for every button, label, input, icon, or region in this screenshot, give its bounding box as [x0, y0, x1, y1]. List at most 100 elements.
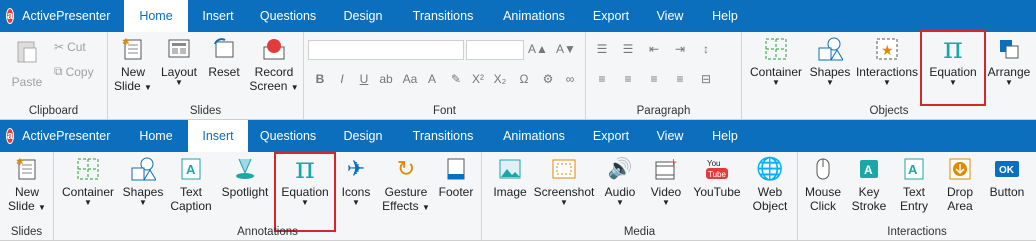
web-object-button[interactable]: 🌐 Web Object [748, 156, 792, 214]
new-slide-button[interactable]: ✱ New Slide ▼ [112, 36, 154, 93]
gesture-effects-button[interactable]: ↻ Gesture Effects ▼ [378, 156, 434, 214]
clear-format-icon[interactable]: ✎ [448, 72, 464, 86]
spotlight-button[interactable]: Spotlight [216, 156, 274, 199]
numbering-icon[interactable]: ☰ [620, 42, 636, 56]
italic-icon[interactable]: I [334, 72, 350, 86]
interactions-icon: ★ [874, 36, 900, 62]
container-button[interactable]: Container ▼ [58, 156, 118, 207]
bullets-icon[interactable]: ☰ [594, 42, 610, 56]
superscript-icon[interactable]: X² [470, 72, 486, 86]
tab-insert[interactable]: Insert [188, 0, 248, 32]
tab-insert[interactable]: Insert [188, 120, 248, 152]
equation-button[interactable]: π Equation ▼ [920, 30, 986, 106]
tab-home[interactable]: Home [124, 0, 188, 32]
tab-animations[interactable]: Animations [488, 0, 580, 32]
chevron-down-icon: ▼ [84, 198, 92, 207]
bold-icon[interactable]: B [312, 72, 328, 86]
shapes-icon [817, 36, 843, 62]
grow-font-icon[interactable]: A▲ [528, 42, 548, 56]
align-center-icon[interactable]: ≡ [620, 72, 636, 86]
shrink-font-icon[interactable]: A▼ [556, 42, 576, 56]
align-right-icon[interactable]: ≡ [646, 72, 662, 86]
tab-view[interactable]: View [642, 120, 698, 152]
globe-icon: 🌐 [756, 156, 784, 181]
font-group: A▲ A▼ B I U ab Aa A ✎ X² X₂ Ω ⚙ ∞ Font [304, 32, 586, 119]
icons-button[interactable]: ✈ Icons ▼ [338, 156, 374, 207]
video-button[interactable]: + Video ▼ [644, 156, 688, 207]
youtube-button[interactable]: You Tube You Tube [690, 156, 744, 199]
annotations-group-label: Annotations [237, 226, 298, 238]
symbol-icon[interactable]: Ω [516, 72, 532, 86]
airplane-icon: ✈ [346, 156, 366, 181]
tab-animations[interactable]: Animations [488, 120, 580, 152]
text-caption-button[interactable]: A Text Caption [168, 156, 214, 213]
equation-button[interactable]: π Equation ▼ [274, 152, 336, 232]
arrange-button[interactable]: Arrange ▼ [986, 36, 1032, 87]
tab-export[interactable]: Export [580, 120, 642, 152]
font-size-field[interactable] [466, 40, 524, 60]
key-stroke-icon: A [856, 156, 882, 182]
key-stroke-button[interactable]: A Key Stroke [848, 156, 890, 213]
cut-button[interactable]: ✂ Cut [54, 40, 86, 54]
interactions-button[interactable]: ★ Interactions ▼ [854, 36, 920, 87]
container-button[interactable]: Container ▼ [746, 36, 806, 87]
tab-transitions[interactable]: Transitions [398, 0, 488, 32]
change-case-icon[interactable]: Aa [402, 72, 418, 86]
paste-button[interactable]: Paste [6, 38, 48, 89]
chevron-down-icon: ▼ [949, 78, 957, 87]
tab-export[interactable]: Export [580, 0, 642, 32]
chevron-down-icon: ▼ [139, 198, 147, 207]
insert-ribbon: ✱ New Slide ▼ Slides Container ▼ Shapes … [0, 152, 1036, 241]
audio-button[interactable]: 🔊 Audio ▼ [598, 156, 642, 207]
link-icon[interactable]: ∞ [562, 72, 578, 86]
text-entry-button[interactable]: A Text Entry [892, 156, 936, 213]
subscript-icon[interactable]: X₂ [492, 72, 508, 86]
vertical-align-icon[interactable]: ⊟ [698, 72, 714, 86]
reset-button[interactable]: Reset [204, 36, 244, 79]
tab-design[interactable]: Design [328, 120, 398, 152]
tab-help[interactable]: Help [698, 120, 752, 152]
tab-questions[interactable]: Questions [248, 0, 328, 32]
chevron-down-icon: ▼ [616, 198, 624, 207]
button-button[interactable]: OK Button [984, 156, 1030, 199]
shapes-button[interactable]: Shapes ▼ [120, 156, 166, 207]
interactions-group: Mouse Click A Key Stroke A Text Entry Dr… [798, 152, 1036, 240]
strikethrough-icon[interactable]: ab [378, 72, 394, 86]
new-slide-button[interactable]: ✱ New Slide ▼ [4, 156, 50, 213]
tab-questions[interactable]: Questions [248, 120, 328, 152]
mouse-click-button[interactable]: Mouse Click [800, 156, 846, 213]
title-bar-home: a ActivePresenter Home Insert Questions … [0, 0, 1036, 32]
format-painter-icon[interactable]: ⚙ [540, 72, 556, 86]
shapes-button[interactable]: Shapes ▼ [808, 36, 852, 87]
tab-help[interactable]: Help [698, 0, 752, 32]
decrease-indent-icon[interactable]: ⇤ [646, 42, 662, 56]
increase-indent-icon[interactable]: ⇥ [672, 42, 688, 56]
screenshot-button[interactable]: Screenshot ▼ [532, 156, 596, 207]
font-family-field[interactable] [308, 40, 464, 60]
svg-text:✱: ✱ [16, 157, 24, 167]
mouse-icon [810, 156, 836, 182]
drop-area-button[interactable]: Drop Area [938, 156, 982, 213]
record-screen-button[interactable]: Record Screen ▼ [248, 36, 300, 93]
align-left-icon[interactable]: ≡ [594, 72, 610, 86]
chevron-down-icon: ▼ [301, 198, 309, 207]
svg-text:A: A [908, 162, 918, 177]
slides-group-label: Slides [10, 226, 43, 238]
tab-view[interactable]: View [642, 0, 698, 32]
tab-transitions[interactable]: Transitions [398, 120, 488, 152]
copy-button[interactable]: ⧉ Copy [54, 64, 94, 79]
image-button[interactable]: Image [488, 156, 532, 199]
annotations-group: Container ▼ Shapes ▼ A Text Caption Spot… [54, 152, 482, 240]
layout-button[interactable]: Layout ▼ [158, 36, 200, 87]
justify-icon[interactable]: ≡ [672, 72, 688, 86]
chevron-down-icon: ▼ [352, 198, 360, 207]
tab-design[interactable]: Design [328, 0, 398, 32]
font-color-icon[interactable]: A [424, 72, 440, 86]
footer-button[interactable]: Footer [434, 156, 478, 199]
underline-icon[interactable]: U [356, 72, 372, 86]
app-logo-icon: a [6, 128, 15, 144]
screenshot-icon [551, 156, 577, 182]
drop-area-icon [947, 156, 973, 182]
tab-home[interactable]: Home [124, 120, 188, 152]
line-spacing-icon[interactable]: ↕ [698, 42, 714, 56]
